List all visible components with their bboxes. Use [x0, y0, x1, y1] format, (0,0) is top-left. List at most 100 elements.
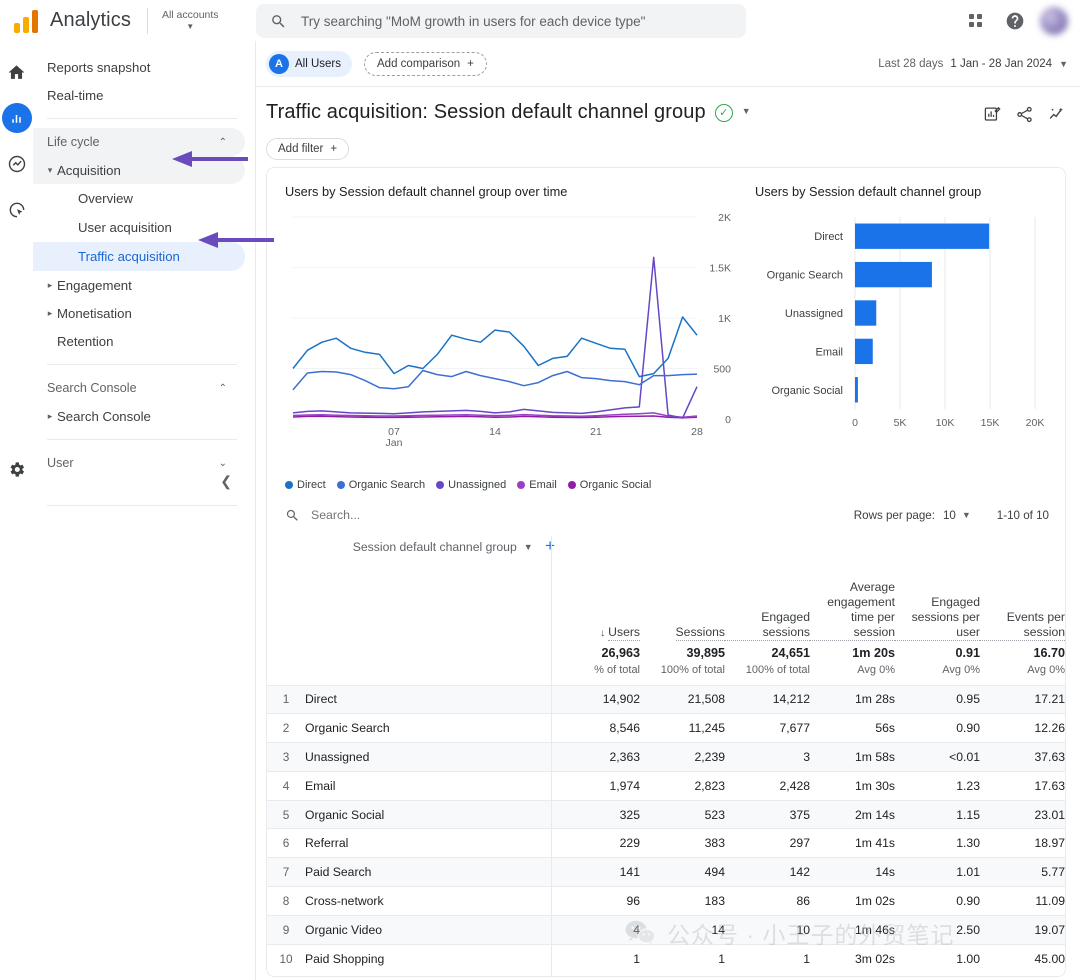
avatar[interactable] — [1040, 7, 1068, 35]
all-users-chip[interactable]: A All Users — [266, 51, 352, 77]
explore-icon[interactable] — [2, 149, 32, 179]
sidebar-item-monetisation[interactable]: ▸ Monetisation — [33, 299, 245, 327]
bar-email[interactable] — [855, 339, 873, 364]
table-row[interactable]: 3Unassigned2,3632,23931m 58s<0.0137.63 — [267, 743, 1065, 772]
account-selector[interactable]: All accounts ▼ — [162, 9, 223, 31]
row-index: 8 — [267, 887, 305, 916]
row-metric-0: 14,902 — [555, 685, 640, 714]
totals-index — [267, 641, 305, 685]
legend-item[interactable]: Unassigned — [436, 479, 506, 491]
sidebar-item-label: Overview — [78, 191, 133, 206]
row-dimension[interactable]: Organic Search — [305, 714, 555, 743]
bar-organic-search[interactable] — [855, 262, 932, 287]
data-table: Session default channel group ▼ + ↓Users… — [267, 536, 1065, 973]
row-metric-1: 21,508 — [640, 685, 725, 714]
row-dimension[interactable]: Email — [305, 771, 555, 800]
reports-icon[interactable] — [2, 103, 32, 133]
sidebar-item-label: Monetisation — [57, 306, 132, 321]
sidebar-item-traffic-acquisition[interactable]: Traffic acquisition — [33, 242, 245, 271]
share-icon[interactable] — [1015, 105, 1034, 129]
sidebar-item-reports-snapshot[interactable]: Reports snapshot — [33, 53, 245, 81]
legend-item[interactable]: Direct — [285, 479, 326, 491]
table-row[interactable]: 8Cross-network96183861m 02s0.9011.09 — [267, 887, 1065, 916]
row-dimension[interactable]: Cross-network — [305, 887, 555, 916]
sidebar-group-search-console[interactable]: Search Console ⌃ — [33, 374, 245, 402]
sidebar-item-search-console[interactable]: ▸ Search Console — [33, 402, 245, 430]
sidebar-item-label: Search Console — [57, 409, 151, 424]
header-engaged-sessions[interactable]: Engaged sessions — [725, 536, 810, 641]
advertising-icon[interactable] — [2, 195, 32, 225]
bar-organic-social[interactable] — [855, 377, 858, 402]
bar-chart: Users by Session default channel group 0… — [755, 184, 1045, 483]
home-icon[interactable] — [2, 57, 32, 87]
rows-per-page: Rows per page: 10 ▼ — [854, 509, 971, 522]
date-range-picker[interactable]: Last 28 days 1 Jan - 28 Jan 2024 ▼ — [878, 58, 1068, 70]
row-dimension[interactable]: Organic Social — [305, 800, 555, 829]
row-dimension[interactable]: Paid Search — [305, 858, 555, 887]
table-row[interactable]: 2Organic Search8,54611,2457,67756s0.9012… — [267, 714, 1065, 743]
add-filter-button[interactable]: Add filter + — [266, 138, 349, 160]
sidebar-item-acquisition[interactable]: ▾ Acquisition — [33, 156, 245, 184]
sidebar-item-real-time[interactable]: Real-time — [33, 81, 245, 109]
insights-icon[interactable] — [1047, 105, 1066, 129]
rows-per-page-select[interactable]: 10 ▼ — [943, 509, 971, 522]
row-dimension[interactable]: Organic Video — [305, 915, 555, 944]
line-chart-canvas[interactable]: 05001K1.5K2K07Jan142128 — [285, 203, 745, 478]
plus-icon: + — [330, 143, 337, 155]
row-dimension[interactable]: Referral — [305, 829, 555, 858]
sidebar-item-overview[interactable]: Overview — [33, 184, 245, 213]
legend-item[interactable]: Organic Search — [337, 479, 425, 491]
table-row[interactable]: 4Email1,9742,8232,4281m 30s1.2317.63 — [267, 771, 1065, 800]
row-metric-3: 1m 41s — [810, 829, 895, 858]
gear-icon[interactable] — [2, 454, 32, 484]
header-events-per-session[interactable]: Events per session — [980, 536, 1065, 641]
add-comparison-button[interactable]: Add comparison + — [364, 52, 487, 76]
header-users[interactable]: ↓Users — [555, 536, 640, 641]
table-row[interactable]: 5Organic Social3255233752m 14s1.1523.01 — [267, 800, 1065, 829]
legend-item[interactable]: Email — [517, 479, 557, 491]
table-row[interactable]: 9Organic Video414101m 46s2.5019.07 — [267, 915, 1065, 944]
search-input[interactable] — [301, 14, 732, 29]
row-metric-5: 5.77 — [980, 858, 1065, 887]
y-tick-label: 1K — [718, 313, 731, 325]
add-filter-label: Add filter — [278, 143, 323, 155]
header-sessions[interactable]: Sessions — [640, 536, 725, 641]
sidebar-group-life-cycle[interactable]: Life cycle ⌃ — [33, 128, 245, 156]
sidebar-item-retention[interactable]: Retention — [33, 327, 245, 355]
table-row[interactable]: 10Paid Shopping1113m 02s1.0045.00 — [267, 944, 1065, 973]
totals-dimension — [305, 641, 555, 685]
row-dimension[interactable]: Unassigned — [305, 743, 555, 772]
rows-per-page-label: Rows per page: — [854, 509, 935, 522]
sidebar-item-engagement[interactable]: ▸ Engagement — [33, 271, 245, 299]
icon-rail — [0, 41, 33, 980]
legend-swatch — [517, 481, 525, 489]
row-metric-2: 10 — [725, 915, 810, 944]
apps-grid-icon[interactable] — [960, 6, 990, 36]
header-avg-engagement-time[interactable]: Average engagement time per session — [810, 536, 895, 641]
table-row[interactable]: 6Referral2293832971m 41s1.3018.97 — [267, 829, 1065, 858]
row-dimension[interactable]: Direct — [305, 685, 555, 714]
x-tick-label: 28 — [691, 426, 703, 438]
row-metric-4: 0.90 — [895, 714, 980, 743]
table-row[interactable]: 7Paid Search14149414214s1.015.77 — [267, 858, 1065, 887]
sidebar-item-user-acquisition[interactable]: User acquisition — [33, 213, 245, 242]
chevron-up-icon: ⌃ — [219, 383, 227, 394]
legend-item[interactable]: Organic Social — [568, 479, 652, 491]
help-icon[interactable] — [1000, 6, 1030, 36]
table-row[interactable]: 1Direct14,90221,50814,2121m 28s0.9517.21 — [267, 685, 1065, 714]
table-search[interactable] — [285, 508, 854, 523]
header-engaged-sessions-per-user[interactable]: Engaged sessions per user — [895, 536, 980, 641]
table-search-input[interactable] — [311, 508, 511, 522]
chevron-down-icon[interactable]: ▼ — [742, 106, 751, 116]
global-search[interactable] — [256, 4, 746, 38]
row-dimension[interactable]: Paid Shopping — [305, 944, 555, 973]
totals-sub: 100% of total — [725, 660, 810, 676]
legend-label: Email — [529, 479, 557, 491]
bar-unassigned[interactable] — [855, 300, 876, 325]
bar-direct[interactable] — [855, 224, 989, 249]
header-index — [267, 536, 305, 641]
dimension-selector[interactable]: Session default channel group ▼ — [353, 540, 533, 554]
customise-report-icon[interactable] — [983, 105, 1002, 129]
bar-chart-canvas[interactable]: 05K10K15K20KDirectOrganic SearchUnassign… — [755, 203, 1045, 453]
sidebar-collapse-button[interactable]: ❮ — [33, 466, 246, 496]
